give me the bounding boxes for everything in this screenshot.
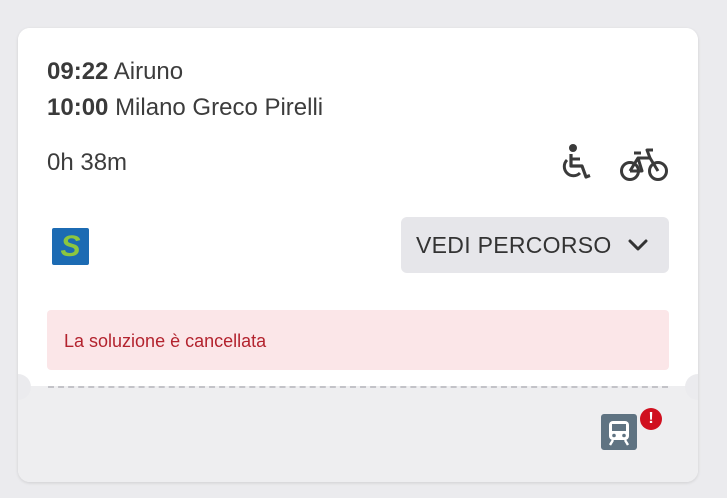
alert-message: La soluzione è cancellata [64, 331, 267, 351]
departure-row: 09:22 Airuno [47, 58, 183, 86]
train-category-badge: S [52, 228, 89, 265]
cancelled-alert: La soluzione è cancellata [47, 310, 669, 370]
departure-station: Airuno [113, 58, 184, 85]
arrival-time: 10:00 [47, 94, 109, 121]
alert-badge-icon: ! [640, 408, 662, 430]
train-category-label: S [60, 230, 81, 263]
ticket-divider [48, 386, 668, 388]
departure-time: 09:22 [47, 58, 109, 85]
trip-duration: 0h 38m [47, 149, 128, 176]
bicycle-icon [620, 148, 668, 181]
wheelchair-icon [562, 144, 591, 179]
chevron-down-icon [628, 239, 648, 251]
view-route-label: VEDI PERCORSO [416, 232, 612, 258]
train-status-button[interactable]: ! [601, 408, 665, 454]
arrival-station: Milano Greco Pirelli [115, 94, 324, 121]
arrival-row: 10:00 Milano Greco Pirelli [47, 94, 323, 122]
view-route-button[interactable]: VEDI PERCORSO [401, 217, 669, 273]
travel-solution-card[interactable]: 09:22 Airuno 10:00 Milano Greco Pirelli … [18, 28, 698, 482]
solution-footer [18, 386, 698, 482]
train-icon [601, 414, 637, 450]
